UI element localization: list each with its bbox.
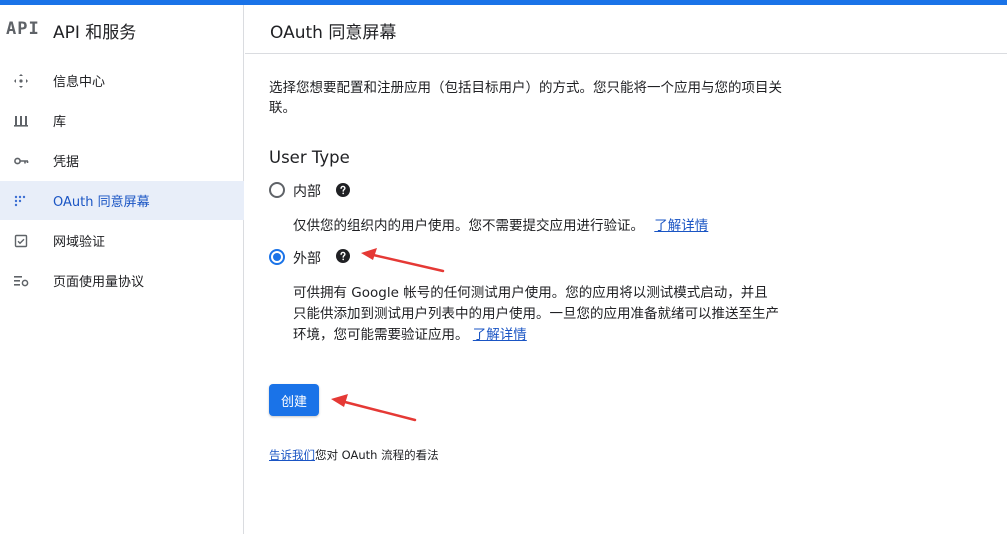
help-icon[interactable] <box>336 249 350 263</box>
sidebar-item-library[interactable]: 库 <box>0 101 244 140</box>
user-type-heading: User Type <box>269 148 350 167</box>
sidebar: API API 和服务 信息中心 库 凭据 OAuth 同意屏幕 网域验证 页面… <box>0 5 244 534</box>
internal-description: 仅供您的组织内的用户使用。您不需要提交应用进行验证。 了解详情 <box>293 216 773 237</box>
external-description: 可供拥有 Google 帐号的任何测试用户使用。您的应用将以测试模式启动，并且只… <box>293 283 779 346</box>
sidebar-item-label: 凭据 <box>53 155 80 170</box>
sidebar-item-oauth-consent[interactable]: OAuth 同意屏幕 <box>0 181 244 220</box>
sidebar-item-label: OAuth 同意屏幕 <box>53 195 150 210</box>
sidebar-item-label: 网域验证 <box>53 235 106 250</box>
dashboard-icon <box>13 73 29 89</box>
internal-radio[interactable] <box>269 182 285 198</box>
product-title[interactable]: API 和服务 <box>53 18 136 43</box>
page-header: OAuth 同意屏幕 <box>245 5 1007 54</box>
library-icon <box>13 113 29 129</box>
settings-list-icon <box>13 273 29 289</box>
help-icon[interactable] <box>336 183 350 197</box>
domain-check-icon <box>13 233 29 249</box>
api-logo: API <box>6 19 40 39</box>
sidebar-item-label: 页面使用量协议 <box>53 275 145 290</box>
create-button[interactable]: 创建 <box>269 384 319 416</box>
sidebar-item-dashboard[interactable]: 信息中心 <box>0 61 244 100</box>
feedback-line: 告诉我们您对 OAuth 流程的看法 <box>269 447 439 463</box>
sidebar-item-domain-verification[interactable]: 网域验证 <box>0 221 244 260</box>
internal-label[interactable]: 内部 <box>293 181 321 201</box>
sidebar-item-credentials[interactable]: 凭据 <box>0 141 244 180</box>
sidebar-item-page-usage-agreement[interactable]: 页面使用量协议 <box>0 261 244 300</box>
key-icon <box>13 153 29 169</box>
page-title: OAuth 同意屏幕 <box>270 23 397 43</box>
sidebar-item-label: 库 <box>53 115 67 130</box>
internal-description-text: 仅供您的组织内的用户使用。您不需要提交应用进行验证。 <box>293 218 644 234</box>
external-label[interactable]: 外部 <box>293 248 321 268</box>
annotation-arrow <box>331 394 417 422</box>
external-radio[interactable] <box>269 249 285 265</box>
feedback-link[interactable]: 告诉我们 <box>269 448 315 462</box>
external-description-text: 可供拥有 Google 帐号的任何测试用户使用。您的应用将以测试模式启动，并且只… <box>293 285 779 343</box>
sidebar-item-label: 信息中心 <box>53 75 106 90</box>
feedback-text: 您对 OAuth 流程的看法 <box>315 448 439 462</box>
oauth-consent-icon <box>13 193 29 209</box>
page-description: 选择您想要配置和注册应用（包括目标用户）的方式。您只能将一个应用与您的项目关联。 <box>269 80 782 116</box>
learn-more-link[interactable]: 了解详情 <box>473 327 527 343</box>
learn-more-link[interactable]: 了解详情 <box>654 218 708 234</box>
annotation-arrow <box>361 248 445 273</box>
brand: API API 和服务 <box>0 5 244 53</box>
